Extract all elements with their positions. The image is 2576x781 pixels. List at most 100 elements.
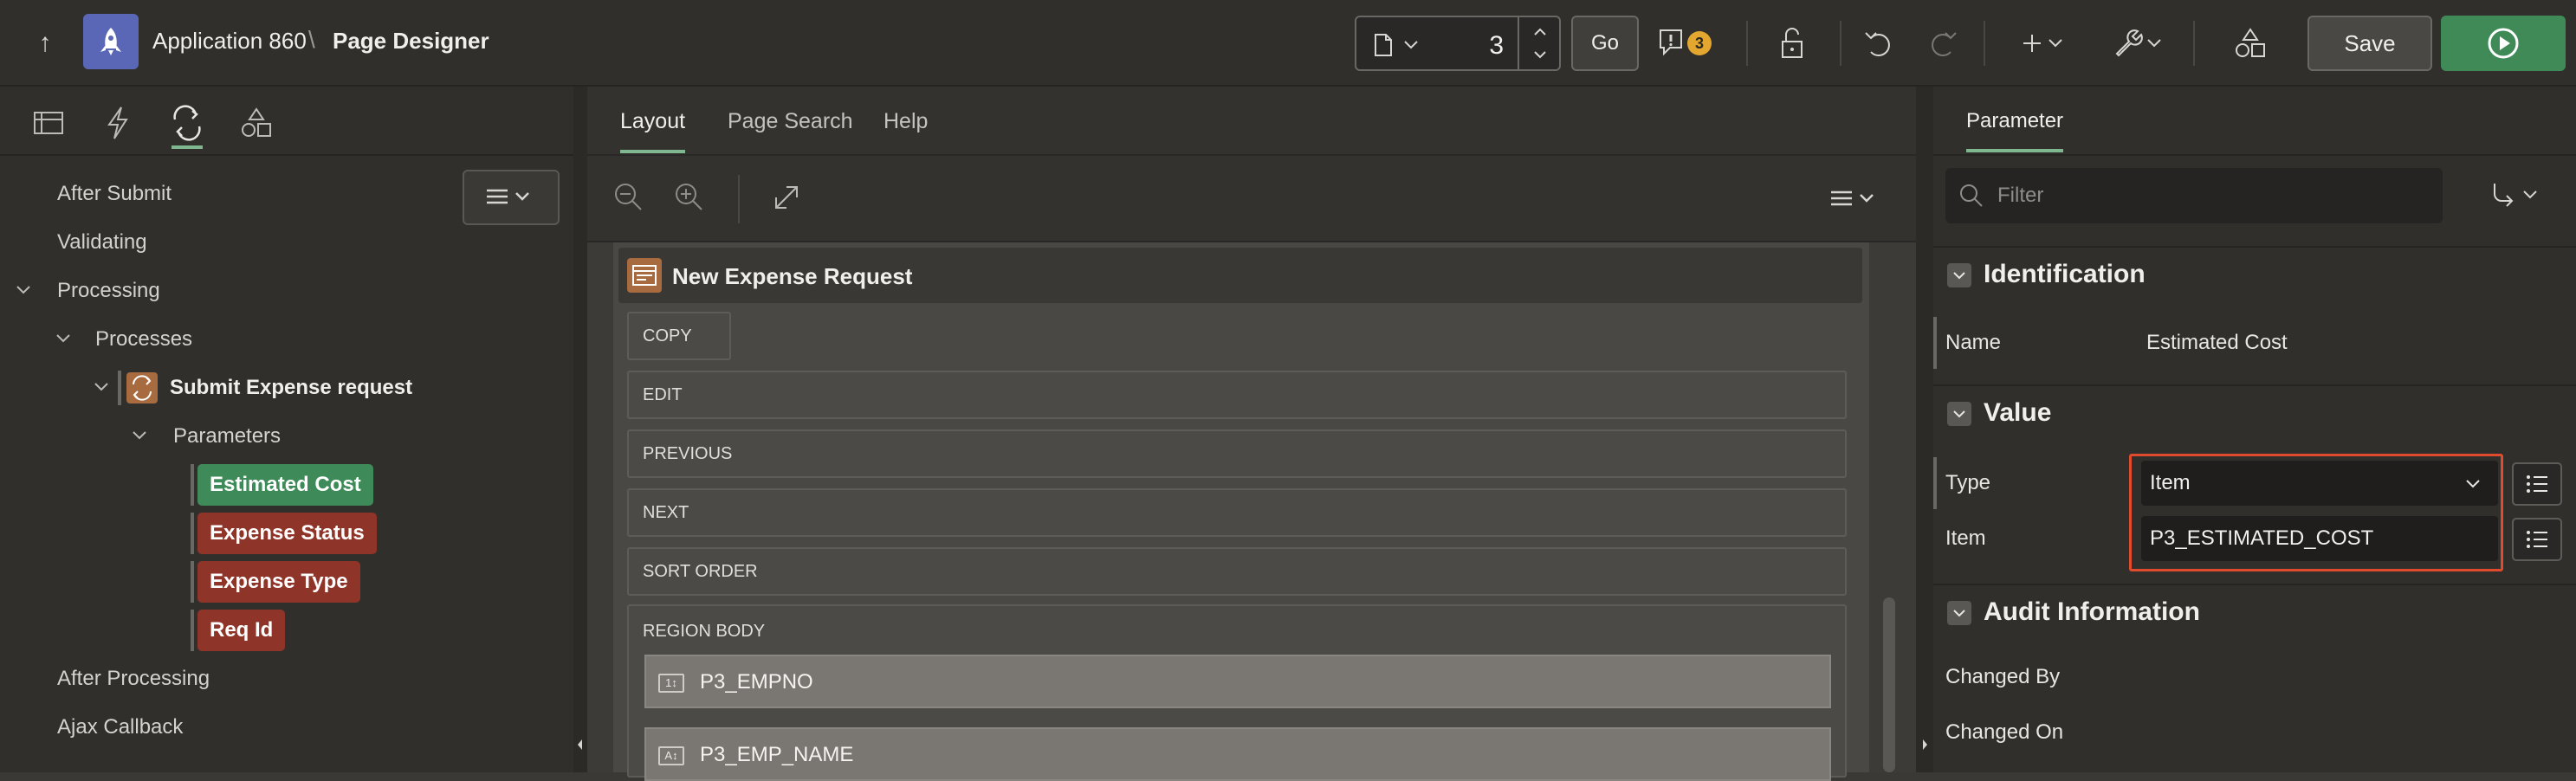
- create-menu-icon[interactable]: [2020, 26, 2072, 61]
- tab-layout[interactable]: Layout: [620, 109, 686, 153]
- processing-tab[interactable]: [168, 104, 206, 149]
- section-title: Identification: [1984, 260, 2146, 288]
- tab-parameter[interactable]: Parameter: [1966, 109, 2064, 152]
- item-input[interactable]: P3_ESTIMATED_COST: [2141, 516, 2498, 561]
- zoom-in-icon[interactable]: [672, 180, 707, 215]
- redo-icon[interactable]: [1923, 26, 1961, 61]
- expand-chevron-icon[interactable]: [92, 378, 111, 397]
- section-title: Audit Information: [1984, 597, 2200, 626]
- go-button[interactable]: Go: [1571, 16, 1639, 71]
- collapse-right-icon: [1923, 739, 1927, 750]
- toolbar-divider: [738, 175, 740, 223]
- play-icon: [2488, 28, 2519, 59]
- run-page-button[interactable]: [2441, 16, 2566, 71]
- tree-node-param-estimated-cost[interactable]: Estimated Cost: [197, 464, 373, 506]
- page-number-input[interactable]: 3: [1489, 31, 1504, 61]
- unlock-icon[interactable]: [1774, 26, 1812, 61]
- left-splitter[interactable]: [573, 87, 587, 772]
- required-marker: [1933, 317, 1937, 369]
- go-to-group-icon[interactable]: [2441, 168, 2562, 223]
- collapse-toggle[interactable]: [1947, 402, 1971, 426]
- issues-count-badge: 3: [1687, 31, 1712, 55]
- right-splitter[interactable]: [1916, 87, 1933, 772]
- page-issues-button[interactable]: 3: [1656, 23, 1725, 64]
- up-arrow-icon[interactable]: ↑: [24, 26, 66, 61]
- region-body[interactable]: REGION BODY 1↕ P3_EMPNO A↕ P3_EMP_NAME: [627, 604, 1847, 781]
- utilities-wrench-icon[interactable]: [2112, 26, 2167, 61]
- slot-copy[interactable]: COPY: [627, 312, 731, 360]
- zoom-out-icon[interactable]: [612, 180, 646, 215]
- slot-edit[interactable]: EDIT: [627, 371, 1847, 419]
- toolbar-divider: [1840, 21, 1841, 66]
- expand-chevron-icon[interactable]: [130, 426, 149, 445]
- tree-node-param-req-id[interactable]: Req Id: [197, 610, 286, 651]
- section-identification[interactable]: Identification: [1933, 246, 2576, 298]
- rendering-tab-icon[interactable]: [29, 104, 68, 142]
- undo-icon[interactable]: [1861, 26, 1899, 61]
- chevron-down-icon: [1953, 610, 1965, 617]
- item-list-button[interactable]: [2512, 518, 2562, 561]
- property-label-name: Name: [1945, 331, 2002, 354]
- toolbar-divider: [2193, 21, 2195, 66]
- expand-icon[interactable]: [769, 180, 804, 215]
- page-number-stepper[interactable]: [1518, 17, 1559, 69]
- page-item-label: P3_EMPNO: [700, 670, 813, 694]
- filter-input[interactable]: [1997, 178, 2430, 213]
- property-filter[interactable]: [1945, 168, 2443, 223]
- app-title[interactable]: Application 860: [152, 28, 307, 55]
- hamburger-menu-icon: [487, 189, 529, 204]
- tab-help[interactable]: Help: [883, 109, 928, 134]
- tree-node-submit-expense-request[interactable]: Submit Expense request: [170, 376, 412, 400]
- dynamic-actions-tab-icon[interactable]: [99, 104, 137, 142]
- rocket-icon: [100, 28, 121, 55]
- page-item-empno[interactable]: 1↕ P3_EMPNO: [644, 655, 1831, 708]
- chevron-down-icon: [2466, 480, 2480, 488]
- tree-node-after-submit[interactable]: After Submit: [57, 182, 172, 206]
- collapse-left-icon: [578, 739, 582, 750]
- center-panel: Layout Page Search Help New Expense Requ…: [587, 87, 1916, 781]
- tree-node-after-processing[interactable]: After Processing: [57, 667, 210, 691]
- slot-next[interactable]: NEXT: [627, 488, 1847, 537]
- tree-node-param-expense-status[interactable]: Expense Status: [197, 513, 377, 554]
- chevron-down-icon[interactable]: [1401, 35, 1421, 54]
- tree-node-param-expense-type[interactable]: Expense Type: [197, 561, 360, 603]
- property-editor: Parameter Identification Name Estimated …: [1933, 87, 2576, 772]
- tree-guide-line: [191, 513, 194, 554]
- region-header[interactable]: New Expense Request: [618, 248, 1862, 303]
- property-value-name: Estimated Cost: [2146, 331, 2288, 354]
- save-button[interactable]: Save: [2307, 16, 2432, 71]
- region-body-label: REGION BODY: [643, 622, 766, 641]
- expand-chevron-icon[interactable]: [14, 281, 33, 300]
- tree-node-processing[interactable]: Processing: [57, 279, 160, 303]
- toolbar-divider: [1984, 21, 1985, 66]
- canvas-scrollbar[interactable]: [1883, 597, 1895, 772]
- slot-previous[interactable]: PREVIOUS: [627, 429, 1847, 478]
- tab-page-search[interactable]: Page Search: [728, 109, 853, 134]
- collapse-toggle[interactable]: [1947, 601, 1971, 625]
- shared-components-tab-icon[interactable]: [237, 104, 275, 142]
- property-label-item: Item: [1945, 526, 1986, 550]
- layout-menu-icon[interactable]: [1828, 180, 1880, 215]
- tree-menu-button[interactable]: [463, 170, 560, 225]
- page-item-emp-name[interactable]: A↕ P3_EMP_NAME: [644, 727, 1831, 781]
- tree-node-processes[interactable]: Processes: [95, 327, 192, 352]
- section-audit-information[interactable]: Audit Information: [1933, 584, 2576, 636]
- slot-sort-order[interactable]: SORT ORDER: [627, 547, 1847, 596]
- app-logo[interactable]: [83, 14, 139, 69]
- type-list-button[interactable]: [2512, 462, 2562, 506]
- page-selector[interactable]: 3: [1355, 16, 1561, 71]
- shared-components-icon[interactable]: [2231, 26, 2269, 61]
- type-select[interactable]: Item: [2141, 461, 2498, 506]
- item-input-value: P3_ESTIMATED_COST: [2150, 526, 2374, 550]
- tree-node-ajax-callback[interactable]: Ajax Callback: [57, 715, 183, 739]
- expand-chevron-icon[interactable]: [54, 329, 73, 348]
- breadcrumb-separator: \: [308, 26, 315, 53]
- stepper-arrows-icon: [1534, 28, 1546, 59]
- collapse-toggle[interactable]: [1947, 263, 1971, 287]
- required-marker: [1933, 457, 1937, 509]
- center-tabs: Layout Page Search Help: [587, 87, 1916, 156]
- tree-node-validating[interactable]: Validating: [57, 230, 147, 255]
- tree-node-parameters[interactable]: Parameters: [173, 424, 281, 449]
- toolbar-divider: [1746, 21, 1748, 66]
- section-value[interactable]: Value: [1933, 384, 2576, 436]
